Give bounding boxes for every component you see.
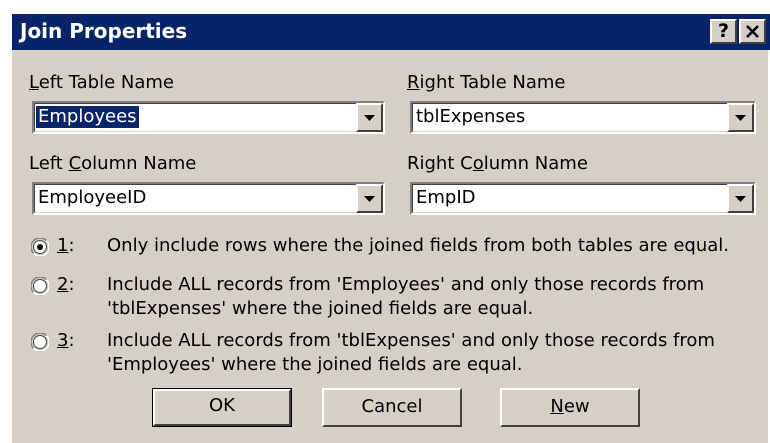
- option-3-radio[interactable]: [31, 333, 49, 351]
- option-2-radio[interactable]: [31, 277, 49, 295]
- right-column-name-label: Right Column Name: [407, 153, 588, 174]
- chevron-down-icon: [364, 196, 375, 202]
- ok-button[interactable]: OK: [152, 388, 292, 427]
- right-column-dropdown-button[interactable]: [727, 184, 754, 213]
- help-button[interactable]: ?: [710, 19, 737, 44]
- close-icon: [746, 25, 759, 38]
- left-table-combo[interactable]: Employees: [32, 101, 385, 134]
- left-column-value[interactable]: EmployeeID: [36, 187, 148, 209]
- option-1-text[interactable]: Only include rows where the joined field…: [107, 234, 729, 258]
- left-table-value[interactable]: Employees: [36, 106, 139, 128]
- cancel-button[interactable]: Cancel: [322, 388, 462, 427]
- option-3-key[interactable]: 3:: [57, 329, 75, 353]
- chevron-down-icon: [364, 115, 375, 121]
- left-table-name-label: Left Table Name: [29, 72, 174, 93]
- chevron-down-icon: [735, 196, 746, 202]
- left-column-combo[interactable]: EmployeeID: [32, 182, 385, 215]
- option-2-key[interactable]: 2:: [57, 273, 75, 297]
- chevron-down-icon: [735, 115, 746, 121]
- option-1-radio[interactable]: [31, 238, 49, 256]
- right-table-dropdown-button[interactable]: [727, 103, 754, 132]
- right-column-combo[interactable]: EmpID: [410, 182, 756, 215]
- left-table-dropdown-button[interactable]: [356, 103, 383, 132]
- option-3-text-line2[interactable]: 'Employees' where the joined fields are …: [107, 353, 523, 377]
- right-table-combo[interactable]: tblExpenses: [410, 101, 756, 134]
- join-properties-dialog: Join Properties ? Left Table Name Employ…: [10, 12, 770, 443]
- title-bar[interactable]: Join Properties ?: [12, 14, 770, 50]
- option-2-text-line1[interactable]: Include ALL records from 'Employees' and…: [107, 273, 704, 297]
- right-column-value[interactable]: EmpID: [414, 187, 478, 209]
- left-column-dropdown-button[interactable]: [356, 184, 383, 213]
- close-button[interactable]: [739, 19, 766, 44]
- option-3-text-line1[interactable]: Include ALL records from 'tblExpenses' a…: [107, 329, 715, 353]
- right-table-name-label: Right Table Name: [407, 72, 566, 93]
- option-1-key[interactable]: 1:: [57, 234, 75, 258]
- right-table-value[interactable]: tblExpenses: [414, 106, 527, 128]
- new-button[interactable]: New: [500, 388, 640, 427]
- option-2-text-line2[interactable]: 'tblExpenses' where the joined fields ar…: [107, 297, 533, 321]
- left-column-name-label: Left Column Name: [29, 153, 197, 174]
- dialog-title: Join Properties: [20, 19, 188, 43]
